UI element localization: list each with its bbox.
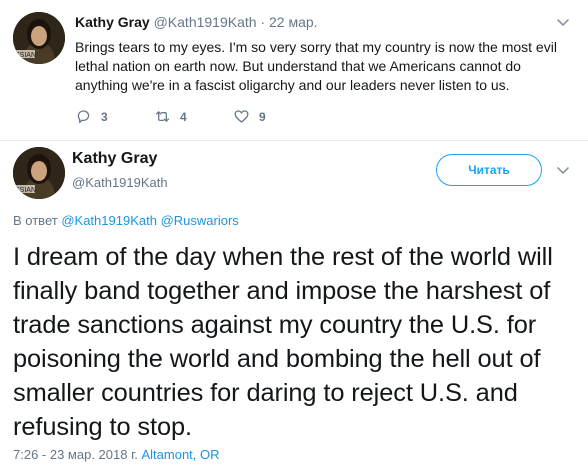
like-icon [234, 110, 249, 123]
retweet-icon [155, 111, 170, 122]
reply-separator: · [260, 14, 266, 30]
follow-button[interactable]: Читать [436, 154, 542, 186]
caret-down-icon[interactable] [555, 162, 571, 178]
replying-to-user-link[interactable]: @Ruswariors [161, 213, 239, 228]
reply-button[interactable]: 3 [75, 108, 108, 125]
tweet-timestamp[interactable]: 7:26 - 23 мар. 2018 г. [13, 447, 138, 462]
replying-to-user-link[interactable]: @Kath1919Kath [61, 213, 157, 228]
main-author-handle[interactable]: @Kath1919Kath [72, 175, 168, 190]
replying-to: В ответ @Kath1919Kath @Ruswariors [13, 213, 239, 228]
reply-date[interactable]: 22 мар. [269, 14, 318, 30]
reply-icon [77, 110, 90, 124]
main-avatar[interactable]: SSIAN [13, 147, 65, 199]
replying-to-label: В ответ [13, 213, 58, 228]
avatar-badge: SSIAN [15, 187, 36, 194]
caret-down-icon[interactable] [555, 14, 571, 30]
like-count: 9 [259, 109, 266, 124]
reply-header: Kathy Gray @Kath1919Kath · 22 мар. [75, 14, 318, 30]
reply-author-handle[interactable]: @Kath1919Kath [154, 14, 257, 30]
avatar-badge: SSIAN [15, 52, 36, 59]
reply-text: Brings tears to my eyes. I'm so very sor… [75, 39, 557, 93]
retweet-count: 4 [180, 109, 187, 124]
reply-avatar[interactable]: SSIAN [13, 12, 65, 64]
tweet-meta: 7:26 - 23 мар. 2018 г. Altamont, OR [13, 447, 220, 462]
retweet-button[interactable]: 4 [154, 108, 187, 125]
main-tweet-text: I dream of the day when the rest of the … [13, 243, 553, 441]
tweet-location[interactable]: Altamont, OR [141, 447, 219, 462]
divider [0, 140, 588, 141]
main-author-name[interactable]: Kathy Gray [72, 150, 157, 168]
reply-author-name[interactable]: Kathy Gray [75, 14, 150, 30]
like-button[interactable]: 9 [233, 108, 266, 125]
reply-count: 3 [101, 109, 108, 124]
